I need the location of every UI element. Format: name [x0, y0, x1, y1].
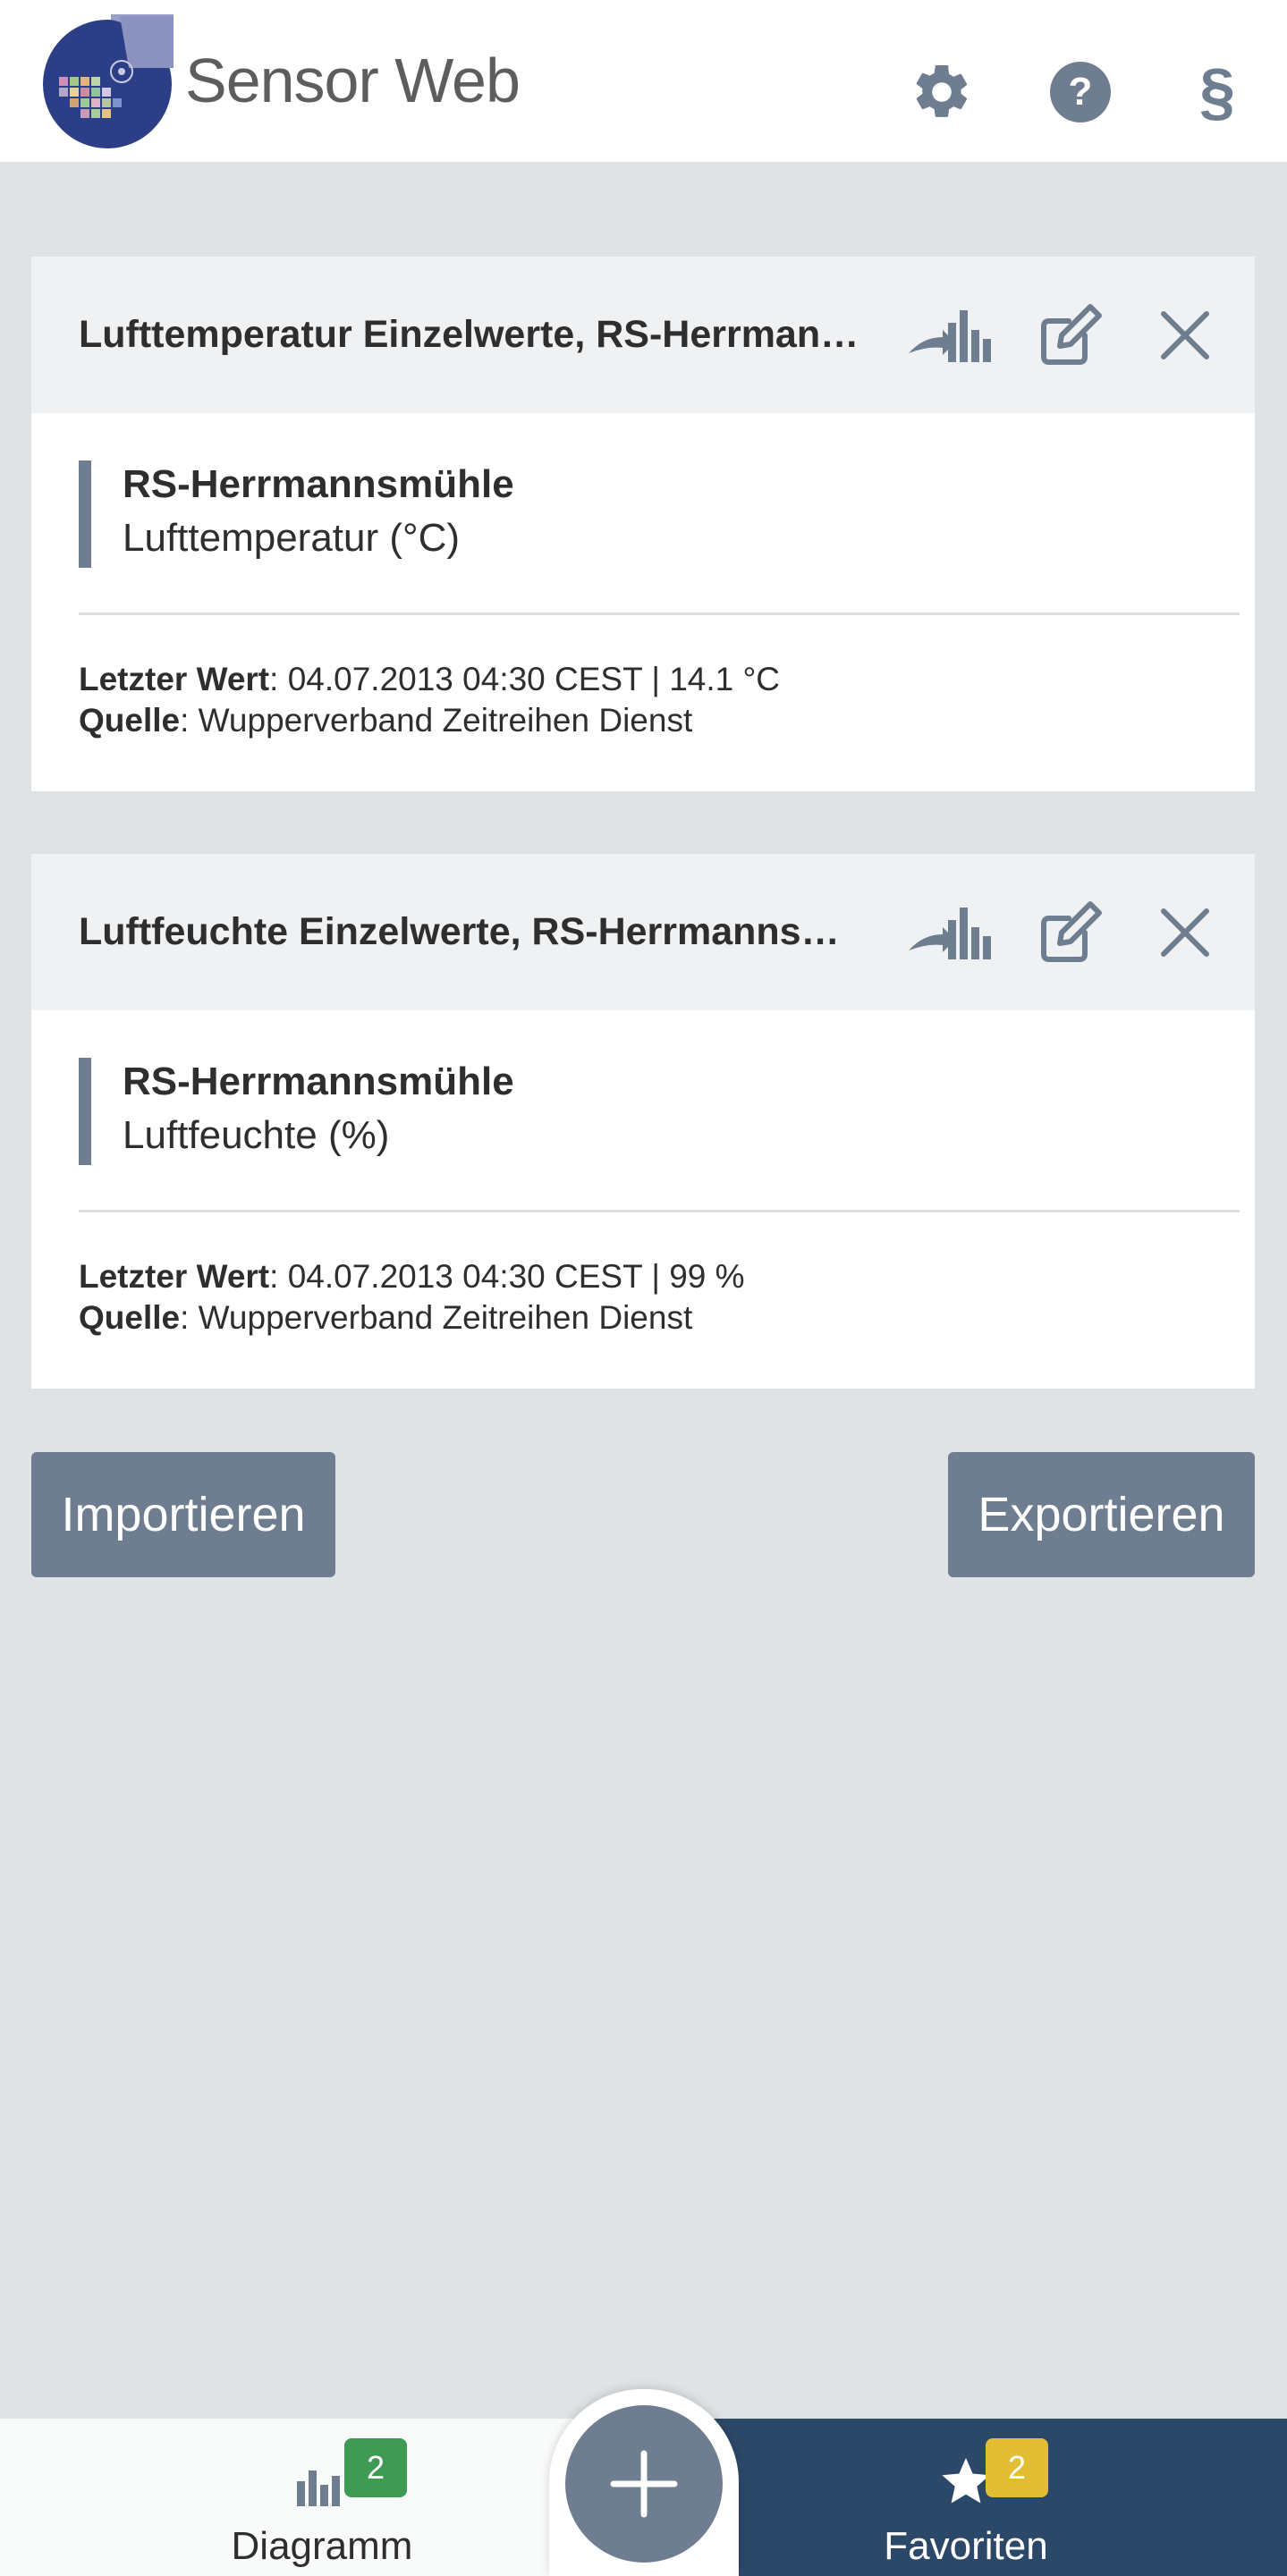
last-value: : 04.07.2013 04:30 CEST | 14.1 °C [269, 661, 781, 697]
star-icon [942, 2458, 990, 2504]
plus-icon [610, 2450, 678, 2518]
tab-favorites[interactable]: 2 Favoriten [832, 2419, 1100, 2576]
show-in-chart-button[interactable] [903, 890, 993, 976]
last-value: : 04.07.2013 04:30 CEST | 99 % [269, 1258, 745, 1295]
edit-icon [1041, 304, 1102, 365]
series-color-indicator [79, 460, 91, 568]
series-color-indicator [79, 1058, 91, 1165]
legal-icon: § [1198, 56, 1236, 128]
tab-diagram[interactable]: 2 Diagramm [188, 2419, 456, 2576]
source-value: : Wupperverband Zeitreihen Dienst [180, 702, 693, 739]
show-in-chart-button[interactable] [903, 292, 993, 378]
app-header: Sensor Web ? § [0, 0, 1287, 162]
card-header: Lufttemperatur Einzelwerte, RS-Herrmanns… [31, 257, 1255, 413]
station-name: RS-Herrmannsmühle [123, 1060, 514, 1103]
source-label: Quelle [79, 1299, 181, 1336]
diagram-count-badge: 2 [344, 2438, 407, 2497]
phenomenon-label: Lufttemperatur (°C) [123, 516, 461, 560]
source-line: Quelle: Wupperverband Zeitreihen Dienst [79, 702, 692, 739]
gear-icon [916, 64, 968, 117]
chart-jump-icon [909, 310, 991, 362]
sensor-web-logo[interactable] [39, 14, 181, 150]
import-button[interactable]: Importieren [31, 1452, 335, 1577]
bottom-navigation: 2 Diagramm 2 Favoriten [0, 2389, 1287, 2576]
phenomenon-label: Luftfeuchte (%) [123, 1113, 390, 1157]
remove-button[interactable] [1140, 292, 1230, 378]
source-label: Quelle [79, 702, 181, 739]
export-button[interactable]: Exportieren [948, 1452, 1255, 1577]
divider [79, 1210, 1240, 1212]
last-value-label: Letzter Wert [79, 1258, 270, 1295]
edit-button[interactable] [1026, 292, 1115, 378]
add-timeseries-button[interactable] [565, 2405, 723, 2563]
card-title[interactable]: Luftfeuchte Einzelwerte, RS-Herrmannsmüh… [79, 854, 866, 1010]
last-value-line: Letzter Wert: 04.07.2013 04:30 CEST | 99… [79, 1258, 745, 1296]
close-icon [1161, 908, 1209, 957]
settings-button[interactable] [902, 52, 982, 132]
help-button[interactable]: ? [1040, 52, 1121, 132]
legal-button[interactable]: § [1177, 52, 1257, 132]
card-title[interactable]: Lufttemperatur Einzelwerte, RS-Herrmanns… [79, 257, 866, 413]
divider [79, 612, 1240, 615]
last-value-line: Letzter Wert: 04.07.2013 04:30 CEST | 14… [79, 661, 780, 698]
help-icon: ? [1050, 62, 1111, 122]
favorites-count-badge: 2 [986, 2438, 1048, 2497]
timeseries-card: Luftfeuchte Einzelwerte, RS-Herrmannsmüh… [31, 854, 1255, 1389]
chart-jump-icon [909, 908, 991, 959]
tab-diagram-label: Diagramm [231, 2524, 413, 2568]
bar-chart-icon [297, 2470, 340, 2506]
source-line: Quelle: Wupperverband Zeitreihen Dienst [79, 1299, 692, 1337]
source-value: : Wupperverband Zeitreihen Dienst [180, 1299, 693, 1336]
timeseries-card: Lufttemperatur Einzelwerte, RS-Herrmanns… [31, 257, 1255, 791]
tab-favorites-label: Favoriten [884, 2524, 1048, 2568]
remove-button[interactable] [1140, 890, 1230, 976]
edit-icon [1041, 901, 1102, 962]
card-header: Luftfeuchte Einzelwerte, RS-Herrmannsmüh… [31, 854, 1255, 1010]
close-icon [1161, 311, 1209, 359]
edit-button[interactable] [1026, 890, 1115, 976]
station-name: RS-Herrmannsmühle [123, 462, 514, 506]
brand-name: Sensor Web [185, 46, 521, 115]
last-value-label: Letzter Wert [79, 661, 270, 697]
